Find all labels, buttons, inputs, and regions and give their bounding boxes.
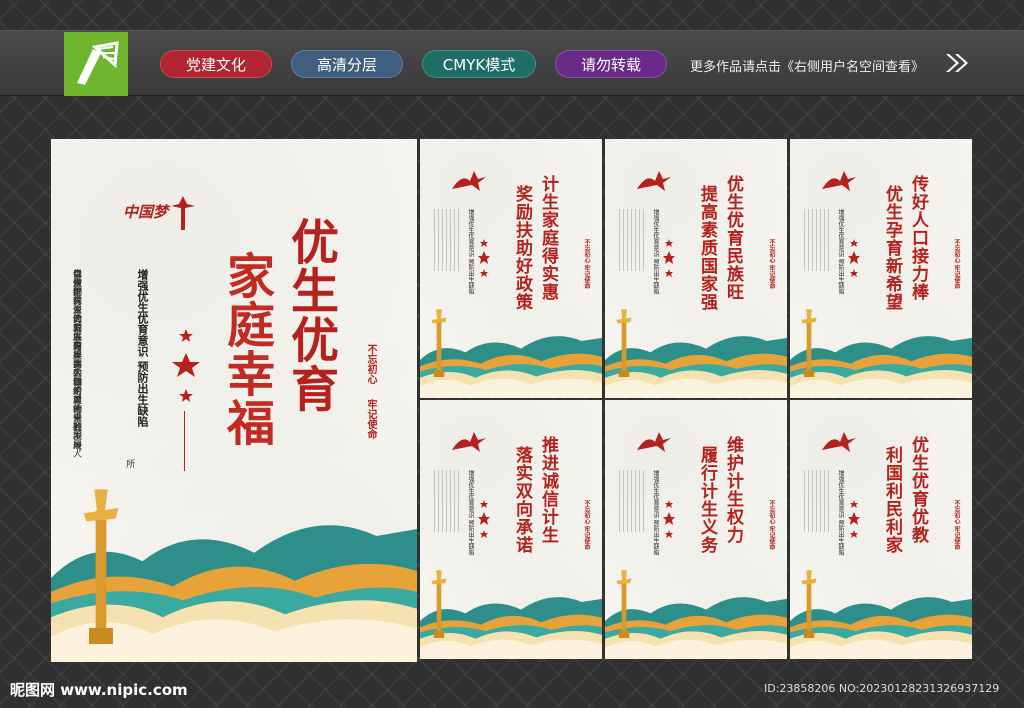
small-slogan-stamp: 不忘初心 牢记使命 (583, 500, 590, 551)
china-dream-logo-icon (637, 432, 671, 452)
small-title-line2: 落实双向承诺 (512, 446, 532, 554)
stars-decoration (663, 239, 675, 277)
small-body-text (434, 209, 462, 271)
huabiao-pillar-illustration (424, 568, 454, 638)
china-dream-logo-icon (822, 432, 856, 452)
stars-decoration (172, 329, 200, 402)
small-body-text (804, 470, 832, 532)
small-slogan-stamp: 不忘初心 牢记使命 (768, 239, 775, 290)
small-body-text (619, 470, 647, 532)
small-poster: 传好人口接力棒 优生孕育新希望 增强优生优育意识 预防出生缺陷 不忘初心 牢记使… (790, 139, 972, 398)
small-title-line1: 优生优育民族旺 (723, 175, 743, 301)
small-poster: 优生优育优教 利国利民利家 增强优生优育意识 预防出生缺陷 不忘初心 牢记使命 (790, 400, 972, 659)
huabiao-pillar-illustration (424, 307, 454, 377)
small-title-line2: 履行计生义务 (697, 446, 717, 554)
main-title-line1: 优生优育 (282, 217, 338, 413)
main-subtitle: 增强优生优育意识 预防出生缺陷 (136, 269, 149, 427)
small-subtitle: 增强优生优育意识 预防出生缺陷 (652, 470, 659, 556)
small-poster: 推进诚信计生 落实双向承诺 增强优生优育意识 预防出生缺陷 不忘初心 牢记使命 (420, 400, 602, 659)
stars-decoration (478, 500, 490, 538)
small-slogan-stamp: 不忘初心 牢记使命 (583, 239, 590, 290)
pagoda-logo-icon (171, 196, 195, 230)
slogan-stamp-a: 不忘初心 (365, 344, 376, 384)
small-title-line1: 计生家庭得实惠 (538, 175, 558, 301)
small-body-text (619, 209, 647, 271)
small-slogan-stamp: 不忘初心 牢记使命 (953, 239, 960, 290)
small-body-text (434, 470, 462, 532)
small-title-line2: 提高素质国家强 (697, 185, 717, 311)
small-subtitle: 增强优生优育意识 预防出生缺陷 (652, 209, 659, 295)
site-watermark[interactable]: 昵图网 www.nipic.com (10, 679, 188, 700)
image-id: ID:23858206 NO:20230128231326937129 (764, 682, 1000, 695)
tag-no-repost[interactable]: 请勿转载 (555, 50, 667, 78)
main-title-line2: 家庭幸福 (218, 251, 274, 447)
small-title-line2: 奖励扶助好政策 (512, 185, 532, 311)
stars-decoration (848, 239, 860, 277)
china-dream-logo-icon (637, 171, 671, 191)
huabiao-pillar-illustration (609, 568, 639, 638)
huabiao-pillar-illustration (794, 307, 824, 377)
small-title-line1: 维护计生权力 (723, 436, 743, 544)
huabiao-pillar-illustration (794, 568, 824, 638)
stars-decoration (663, 500, 675, 538)
double-arrow-icon[interactable] (944, 52, 970, 74)
promo-text[interactable]: 更多作品请点击《右侧用户名空间查看》 (690, 56, 924, 75)
huabiao-pillar-illustration (609, 307, 639, 377)
small-poster: 优生优育民族旺 提高素质国家强 增强优生优育意识 预防出生缺陷 不忘初心 牢记使… (605, 139, 787, 398)
stars-decoration (478, 239, 490, 277)
main-poster: 中国梦 优生优育 家庭幸福 增强优生优育意识 预防出生缺陷 优生优育是计划生育具… (51, 139, 417, 662)
pen-nib-icon (77, 41, 119, 85)
china-dream-logo-icon (452, 171, 486, 191)
slogan-stamp-b: 牢记使命 (365, 399, 376, 439)
brand-logo (64, 32, 128, 96)
small-slogan-stamp: 不忘初心 牢记使命 (768, 500, 775, 551)
small-subtitle: 增强优生优育意识 预防出生缺陷 (837, 470, 844, 556)
small-subtitle: 增强优生优育意识 预防出生缺陷 (467, 470, 474, 556)
small-title-line1: 传好人口接力棒 (908, 175, 928, 301)
tag-cmyk[interactable]: CMYK模式 (422, 50, 536, 78)
china-dream-logo-icon (452, 432, 486, 452)
tag-party-culture[interactable]: 党建文化 (160, 50, 272, 78)
small-poster: 计生家庭得实惠 奖励扶助好政策 增强优生优育意识 预防出生缺陷 不忘初心 牢记使… (420, 139, 602, 398)
small-title-line2: 优生孕育新希望 (882, 185, 902, 311)
small-poster: 维护计生权力 履行计生义务 增强优生优育意识 预防出生缺陷 不忘初心 牢记使命 (605, 400, 787, 659)
main-body-tail: 所 (124, 459, 135, 468)
china-dream-logo: 中国梦 (123, 203, 169, 221)
small-slogan-stamp: 不忘初心 牢记使命 (953, 500, 960, 551)
small-body-text (804, 209, 832, 271)
small-subtitle: 增强优生优育意识 预防出生缺陷 (467, 209, 474, 295)
small-title-line1: 推进诚信计生 (538, 436, 558, 544)
small-title-line1: 优生优育优教 (908, 436, 928, 544)
small-subtitle: 增强优生优育意识 预防出生缺陷 (837, 209, 844, 295)
stars-decoration (848, 500, 860, 538)
red-divider (184, 411, 185, 471)
small-title-line2: 利国利民利家 (882, 446, 902, 554)
tag-hd-layers[interactable]: 高清分层 (291, 50, 403, 78)
china-dream-logo-icon (822, 171, 856, 191)
huabiao-pillar-illustration (71, 484, 131, 644)
